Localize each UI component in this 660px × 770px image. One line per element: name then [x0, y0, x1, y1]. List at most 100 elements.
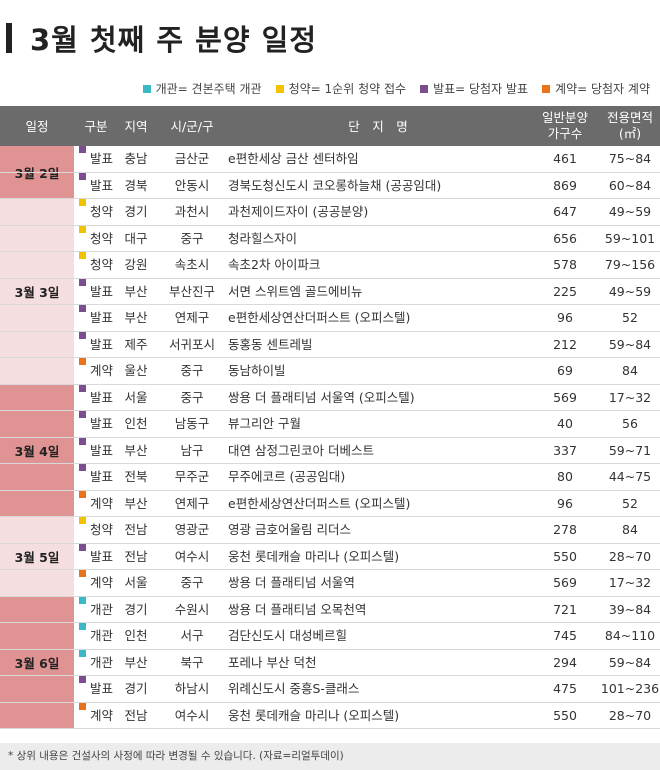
table-row: 청약 강원 속초시 속초2차 아이파크 578 79~156: [0, 252, 660, 279]
table-row: 계약 울산 중구 동남하이빌 69 84: [0, 358, 660, 385]
cell-region: 충남: [124, 151, 148, 166]
cell-area: 101~236: [600, 681, 660, 696]
cell-type: 청약: [90, 204, 114, 219]
table-row: 발표 충남 금산군 e편한세상 금산 센터하임 461 75~84: [0, 146, 660, 173]
cell-type: 계약: [90, 575, 114, 590]
type-marker-icon: [79, 411, 86, 418]
cell-complex-name: 웅천 롯데캐슬 마리나 (오피스텔): [228, 707, 400, 723]
cell-complex-name: 과천제이드자이 (공공분양): [228, 204, 369, 219]
type-marker-icon: [79, 199, 86, 206]
type-marker-icon: [79, 146, 86, 153]
cell-city: 서귀포시: [168, 336, 215, 352]
table-row: 발표 부산 연제구 e편한세상연산더퍼스트 (오피스텔) 96 52: [0, 305, 660, 332]
table-row: 계약 전남 여수시 웅천 롯데캐슬 마리나 (오피스텔) 550 28~70: [0, 702, 660, 729]
cell-type: 발표: [90, 681, 114, 696]
cell-type: 청약: [90, 230, 114, 246]
cell-area: 59~71: [608, 442, 652, 458]
type-marker-icon: [79, 702, 86, 710]
type-marker-icon: [79, 384, 86, 392]
cell-type: 발표: [90, 389, 114, 405]
cell-units: 869: [553, 177, 577, 193]
cell-area: 56: [622, 416, 638, 431]
cell-region: 경기: [124, 681, 148, 696]
type-marker-icon: [79, 464, 86, 471]
cell-units: 80: [557, 469, 573, 484]
header-date: 일정: [25, 119, 49, 134]
cell-area: 44~75: [608, 469, 652, 484]
cell-type: 발표: [90, 416, 114, 431]
legend-item: 계약= 당첨자 계약: [542, 80, 650, 97]
cell-units: 96: [557, 310, 573, 325]
cell-type: 발표: [90, 469, 114, 484]
cell-city: 하남시: [174, 681, 210, 696]
cell-type: 발표: [90, 548, 114, 564]
cell-type: 발표: [90, 151, 114, 166]
type-marker-icon: [79, 676, 86, 683]
schedule-table-body: 3월 2일 발표 충남 금산군 e편한세상 금산 센터하임 461 75~84 발표 경북 안동시…: [0, 146, 660, 729]
cell-area: 59~84: [608, 654, 652, 670]
table-row: 발표 부산 부산진구 서면 스위트엠 골드에비뉴 225 49~59: [0, 278, 660, 305]
header-region: 지역: [124, 119, 148, 134]
cell-city: 여수시: [174, 548, 210, 564]
cell-complex-name: 쌍용 더 플래티넘 서울역 (오피스텔): [228, 389, 415, 405]
header-area: 전용면적 (㎡): [600, 110, 660, 141]
cell-type: 발표: [90, 310, 114, 325]
cell-area: 17~32: [608, 575, 652, 590]
table-row: 발표 전북 무주군 무주에코르 (공공임대) 80 44~75: [0, 464, 660, 491]
cell-region: 경기: [124, 601, 148, 617]
cell-city: 남동구: [174, 416, 210, 431]
cell-type: 청약: [90, 522, 114, 537]
date-group: 3월 4일 발표 서울 중구 쌍용 더 플래티넘 서울역 (오피스텔) 569 17~32 발…: [0, 384, 660, 517]
type-marker-icon: [79, 623, 86, 630]
cell-city: 금산군: [174, 151, 210, 166]
legend-swatch-icon: [142, 84, 151, 93]
cell-units: 212: [553, 336, 577, 352]
cell-city: 부산진구: [168, 283, 215, 299]
footnote: * 상위 내용은 건설사의 사정에 따라 변경될 수 있습니다. (자료=리얼투…: [0, 743, 660, 770]
legend-label: 청약= 1순위 청약 접수: [288, 82, 407, 96]
cell-complex-name: 경북도청신도시 코오롱하늘채 (공공임대): [228, 177, 442, 193]
table-row: 개관 경기 수원시 쌍용 더 플래티넘 오목천역 721 39~84: [0, 596, 660, 623]
table-row: 청약 대구 중구 청라힐스자이 656 59~101: [0, 225, 660, 252]
cell-region: 서울: [124, 575, 148, 590]
cell-area: 28~70: [608, 707, 652, 723]
cell-area: 84: [622, 522, 638, 537]
type-marker-icon: [79, 225, 86, 233]
cell-city: 중구: [180, 230, 204, 246]
cell-units: 569: [553, 575, 577, 590]
cell-complex-name: e편한세상연산더퍼스트 (오피스텔): [228, 495, 411, 511]
cell-type: 발표: [90, 177, 114, 193]
legend-item: 발표= 당첨자 발표: [420, 80, 528, 97]
table-row: 개관 부산 북구 포레나 부산 덕천 294 59~84: [0, 649, 660, 676]
cell-region: 부산: [124, 654, 148, 670]
cell-city: 중구: [180, 389, 204, 405]
cell-region: 강원: [124, 257, 148, 272]
cell-city: 연제구: [174, 310, 210, 325]
cell-units: 461: [553, 151, 577, 166]
cell-region: 대구: [124, 230, 148, 246]
cell-city: 과천시: [174, 204, 210, 219]
legend-swatch-icon: [542, 84, 551, 93]
cell-units: 745: [553, 628, 577, 643]
cell-units: 656: [553, 230, 577, 246]
cell-area: 17~32: [608, 389, 652, 405]
cell-type: 개관: [90, 628, 114, 643]
type-marker-icon: [79, 252, 86, 259]
legend-label: 발표= 당첨자 발표: [433, 82, 529, 96]
cell-region: 부산: [124, 442, 148, 458]
cell-complex-name: 검단신도시 대성베르힐: [228, 628, 347, 643]
cell-complex-name: 위례신도시 중흥S-클래스: [228, 681, 360, 696]
date-group: 3월 5일 청약 전남 영광군 영광 금호어울림 리더스 278 84 발표 전남 여수시 웅천 롯…: [0, 517, 660, 597]
legend-item: 개관= 견본주택 개관: [142, 80, 262, 97]
table-row: 개관 인천 서구 검단신도시 대성베르힐 745 84~110: [0, 623, 660, 650]
cell-area: 59~101: [604, 230, 656, 246]
cell-city: 남구: [180, 442, 204, 458]
cell-area: 49~59: [608, 283, 652, 299]
cell-city: 연제구: [174, 495, 210, 511]
table-row: 발표 제주 서귀포시 동홍동 센트레빌 212 59~84: [0, 331, 660, 358]
date-group: 3월 3일 청약 경기 과천시 과천제이드자이 (공공분양) 647 49~59 청약 대구 중구…: [0, 199, 660, 385]
cell-region: 전남: [124, 707, 148, 723]
cell-complex-name: 동남하이빌: [228, 363, 286, 378]
cell-units: 550: [553, 548, 577, 564]
cell-area: 52: [622, 495, 638, 511]
